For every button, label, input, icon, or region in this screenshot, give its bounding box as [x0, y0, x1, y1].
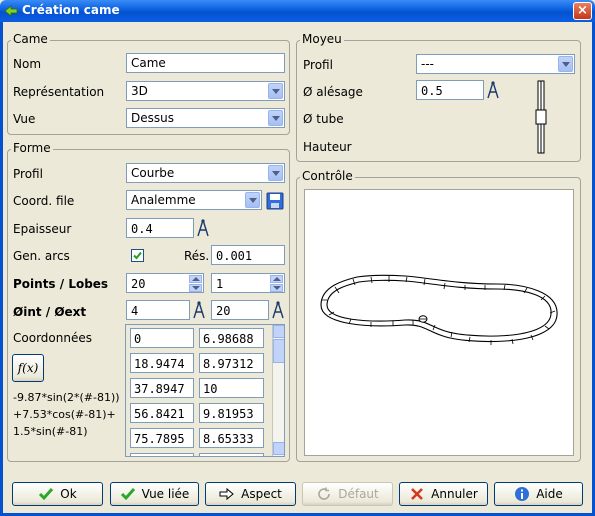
info-icon [515, 487, 530, 501]
check-icon [133, 251, 142, 260]
aspect-label: Aspect [241, 487, 282, 501]
spin-up-icon[interactable] [189, 275, 202, 283]
lobes-stepper[interactable]: 1 [211, 273, 285, 293]
coord-y-cell[interactable]: 6.98688 [199, 328, 264, 348]
vue-label: Vue [13, 112, 36, 126]
spin-down-icon[interactable] [270, 284, 283, 292]
res-label: Rés. [184, 249, 210, 263]
aspect-button[interactable]: Aspect [205, 482, 296, 506]
defaut-label: Défaut [338, 487, 379, 501]
profil-label: Profil [13, 167, 43, 181]
caliper-icon[interactable] [196, 218, 210, 238]
representation-value: 3D [131, 84, 148, 98]
caliper-icon[interactable] [192, 300, 206, 320]
defaut-button[interactable]: Défaut [302, 482, 393, 506]
chevron-down-icon[interactable] [268, 110, 283, 126]
coord-x-cell[interactable]: 94.7368 [130, 453, 194, 456]
gen-arcs-label: Gen. arcs [13, 249, 70, 263]
caliper-icon[interactable] [486, 80, 500, 100]
coord-file-label: Coord. file [13, 194, 75, 208]
cam-profile-drawing [320, 274, 558, 345]
save-icon[interactable] [266, 192, 284, 210]
moyeu-legend: Moyeu [300, 32, 344, 46]
formula-button[interactable]: f(x) [12, 354, 44, 382]
epaisseur-label: Epaisseur [13, 222, 72, 236]
came-legend: Came [11, 32, 50, 46]
formula-text: -9.87*sin(2*(#-81))+7.53*cos(#-81)+1.5*s… [13, 391, 120, 438]
app-icon [4, 5, 18, 17]
points-lobes-label: Points / Lobes [13, 277, 109, 291]
aide-label: Aide [536, 487, 563, 501]
points-stepper[interactable]: 20 [126, 273, 204, 293]
vue-select[interactable]: Dessus [126, 108, 285, 128]
forme-legend: Forme [11, 141, 53, 155]
lobes-value: 1 [216, 277, 224, 291]
profil-select[interactable]: Courbe [126, 163, 285, 183]
coord-y-cell[interactable]: 8.97312 [199, 353, 264, 373]
alesage-input[interactable]: 0.5 [416, 80, 484, 100]
vue-value: Dessus [131, 111, 174, 125]
moyeu-profil-value: --- [421, 57, 434, 71]
hauteur-label: Hauteur [303, 140, 352, 154]
coord-x-cell[interactable]: 75.7895 [130, 428, 194, 448]
coord-file-value: Analemme [131, 193, 196, 207]
chevron-down-icon[interactable] [558, 56, 573, 72]
caliper-icon[interactable] [271, 300, 285, 320]
spin-down-icon[interactable] [189, 284, 202, 292]
coord-y-cell[interactable]: 8.65333 [199, 428, 264, 448]
diameter-label: Øint / Øext [13, 305, 87, 319]
coord-x-cell[interactable]: 56.8421 [130, 403, 194, 423]
coord-x-cell[interactable]: 0 [130, 328, 194, 348]
coordonnees-label: Coordonnées [13, 331, 92, 345]
nom-input[interactable]: Came [126, 53, 285, 73]
scroll-down-icon[interactable] [273, 442, 284, 455]
representation-label: Représentation [13, 85, 105, 99]
coord-y-cell[interactable]: 9.81953 [199, 403, 264, 423]
gen-arcs-checkbox[interactable] [131, 249, 144, 262]
check-icon [39, 488, 54, 501]
coordinates-table[interactable]: 0 6.98688 18.9474 8.97312 37.8947 10 56.8421 9.… [125, 324, 285, 457]
int-input[interactable]: 4 [126, 300, 190, 320]
refresh-icon [318, 487, 331, 500]
coord-file-select[interactable]: Analemme [126, 190, 262, 210]
arrow-right-icon [219, 487, 234, 501]
epaisseur-input[interactable]: 0.4 [126, 218, 194, 238]
coord-x-cell[interactable]: 18.9474 [130, 353, 194, 373]
ok-label: Ok [60, 487, 77, 501]
chevron-down-icon[interactable] [245, 192, 260, 208]
moyeu-profil-label: Profil [303, 58, 333, 72]
representation-select[interactable]: 3D [126, 81, 285, 101]
chevron-down-icon[interactable] [268, 83, 283, 99]
coord-y-cell[interactable]: 7.19347 [199, 453, 264, 456]
window-title: Création came [22, 3, 120, 17]
nom-label: Nom [13, 57, 42, 71]
annuler-button[interactable]: Annuler [399, 482, 488, 506]
chevron-down-icon[interactable] [268, 165, 283, 181]
cancel-icon [411, 488, 424, 500]
scrollbar[interactable] [272, 325, 284, 456]
coord-x-cell[interactable]: 37.8947 [130, 378, 194, 398]
coord-y-cell[interactable]: 10 [199, 378, 264, 398]
close-button[interactable]: × [573, 2, 592, 20]
scroll-thumb[interactable] [273, 339, 284, 363]
vue-liee-button[interactable]: Vue liée [110, 482, 199, 506]
controle-legend: Contrôle [300, 169, 355, 183]
moyeu-profil-select[interactable]: --- [416, 54, 575, 74]
vue-liee-label: Vue liée [141, 487, 190, 501]
points-value: 20 [131, 277, 146, 291]
ok-button[interactable]: Ok [12, 482, 103, 506]
hub-preview-icon [535, 80, 547, 154]
ext-input[interactable]: 20 [211, 300, 269, 320]
check-icon [120, 488, 135, 501]
tube-label: Ø tube [303, 112, 344, 126]
cam-preview[interactable] [304, 189, 574, 456]
spin-up-icon[interactable] [270, 275, 283, 283]
alesage-label: Ø alésage [303, 85, 363, 99]
annuler-label: Annuler [431, 487, 478, 501]
profil-value: Courbe [131, 166, 175, 180]
res-input[interactable]: 0.001 [211, 245, 285, 265]
scroll-up-icon[interactable] [273, 325, 284, 338]
aide-button[interactable]: Aide [494, 482, 583, 506]
